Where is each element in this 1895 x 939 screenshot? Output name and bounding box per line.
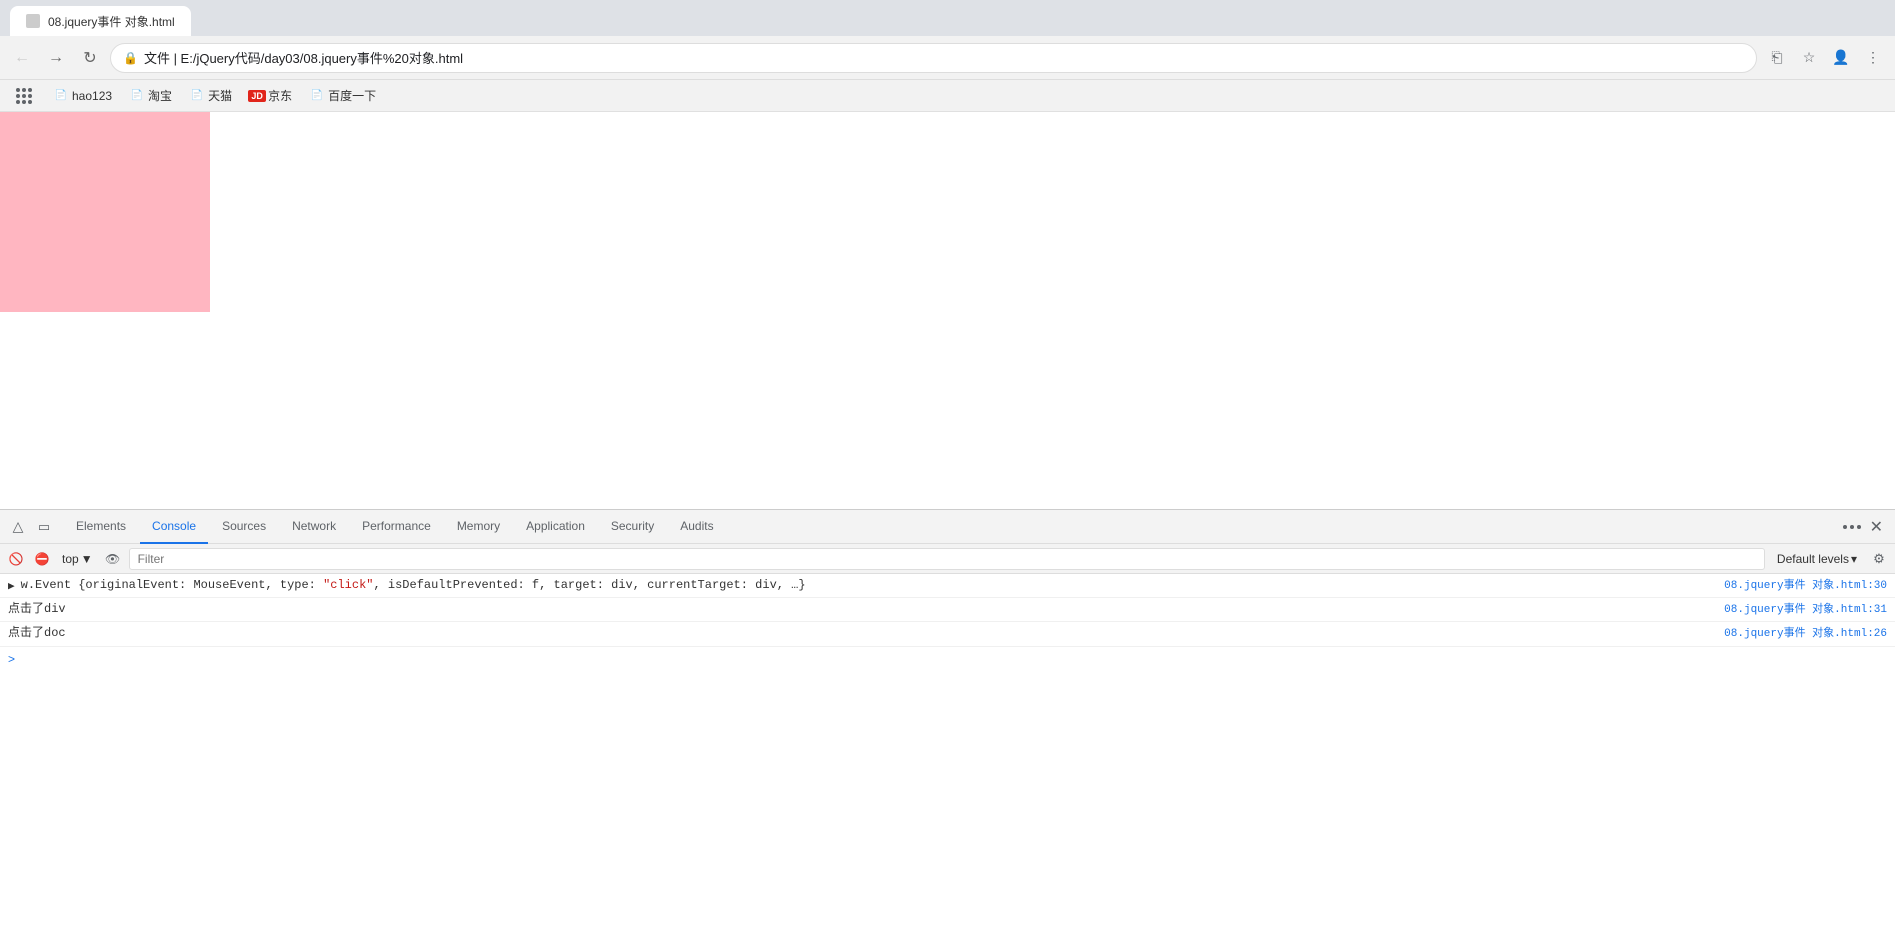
console-line: ▶ w.Event {originalEvent: MouseEvent, ty… <box>0 574 1895 598</box>
translate-button[interactable]: ⎗ <box>1763 44 1791 72</box>
bookmarks-bar: 📄 hao123 📄 淘宝 📄 天猫 JD 京东 📄 百度一下 <box>0 80 1895 112</box>
browser-tab[interactable]: 08.jquery事件 对象.html <box>10 6 191 36</box>
translate-icon: ⎗ <box>1771 49 1782 66</box>
console-prompt: > <box>8 652 15 666</box>
tab-security[interactable]: Security <box>599 510 666 544</box>
lock-icon: 🔒 <box>123 51 138 65</box>
forward-button[interactable]: → <box>42 44 70 72</box>
tianmao-favicon: 📄 <box>190 89 204 103</box>
apps-bookmark[interactable] <box>8 84 44 108</box>
jd-label: 京东 <box>268 87 292 104</box>
tab-bar: 08.jquery事件 对象.html <box>0 0 1895 36</box>
eye-icon[interactable]: 👁 <box>103 549 123 569</box>
tianmao-label: 天猫 <box>208 87 232 104</box>
tab-memory[interactable]: Memory <box>445 510 512 544</box>
device-mode-icon[interactable]: ▭ <box>34 517 54 537</box>
tab-performance[interactable]: Performance <box>350 510 443 544</box>
context-value: top <box>62 552 79 566</box>
preserve-log-button[interactable]: ⛔ <box>32 549 52 569</box>
address-bar: ← → ↻ 🔒 文件 | E:/jQuery代码/day03/08.jquery… <box>0 36 1895 80</box>
bookmark-hao123[interactable]: 📄 hao123 <box>46 85 120 107</box>
baidu-label: 百度一下 <box>328 87 376 104</box>
context-selector[interactable]: top ▼ <box>58 550 97 568</box>
filter-input[interactable] <box>129 548 1765 570</box>
forward-icon: → <box>48 49 64 67</box>
back-button[interactable]: ← <box>8 44 36 72</box>
console-line: 点击了doc 08.jquery事件 对象.html:26 <box>0 622 1895 646</box>
console-settings-button[interactable]: ⚙ <box>1869 549 1889 569</box>
hao123-favicon: 📄 <box>54 89 68 103</box>
browser-actions: ⎗ ☆ 👤 ⋮ <box>1763 44 1887 72</box>
console-toolbar: 🚫 ⛔ top ▼ 👁 Default levels ▾ ⚙ <box>0 544 1895 574</box>
console-link[interactable]: 08.jquery事件 对象.html:30 <box>1724 576 1887 592</box>
tab-title: 08.jquery事件 对象.html <box>48 13 175 30</box>
apps-grid-icon <box>16 88 32 104</box>
bookmark-baidu[interactable]: 📄 百度一下 <box>302 83 384 108</box>
address-input-wrap[interactable]: 🔒 文件 | E:/jQuery代码/day03/08.jquery事件%20对… <box>110 43 1757 73</box>
back-icon: ← <box>14 49 30 67</box>
bookmark-tianmao[interactable]: 📄 天猫 <box>182 83 240 108</box>
baidu-favicon: 📄 <box>310 89 324 103</box>
more-tabs-icon[interactable] <box>1842 517 1862 537</box>
tab-application[interactable]: Application <box>514 510 597 544</box>
console-input-line: > <box>0 647 1895 671</box>
console-text: 点击了div <box>8 600 1724 619</box>
hao123-label: hao123 <box>72 89 112 103</box>
inspect-element-icon[interactable]: △ <box>8 517 28 537</box>
expand-arrow[interactable]: ▶ <box>8 579 15 593</box>
default-levels-dropdown[interactable]: Default levels ▾ <box>1771 550 1863 568</box>
dots-menu <box>1843 525 1861 529</box>
tab-sources[interactable]: Sources <box>210 510 278 544</box>
profile-icon: 👤 <box>1832 49 1849 66</box>
star-icon: ☆ <box>1803 49 1816 66</box>
menu-button[interactable]: ⋮ <box>1859 44 1887 72</box>
console-link[interactable]: 08.jquery事件 对象.html:31 <box>1724 600 1887 616</box>
tab-favicon <box>26 14 40 28</box>
console-text: 点击了doc <box>8 624 1724 643</box>
reload-icon: ↻ <box>83 48 96 68</box>
console-input[interactable] <box>23 652 1887 666</box>
taobao-favicon: 📄 <box>130 89 144 103</box>
bookmark-taobao[interactable]: 📄 淘宝 <box>122 83 180 108</box>
console-link[interactable]: 08.jquery事件 对象.html:26 <box>1724 624 1887 640</box>
levels-label: Default levels <box>1777 552 1849 566</box>
console-output: ▶ w.Event {originalEvent: MouseEvent, ty… <box>0 574 1895 939</box>
devtools-panel: △ ▭ Elements Console Sources Network Per… <box>0 509 1895 939</box>
profile-button[interactable]: 👤 <box>1827 44 1855 72</box>
taobao-label: 淘宝 <box>148 87 172 104</box>
devtools-tab-actions: ✕ <box>1842 517 1887 537</box>
levels-arrow: ▾ <box>1851 552 1857 566</box>
tab-audits[interactable]: Audits <box>668 510 725 544</box>
context-arrow: ▼ <box>81 552 93 566</box>
console-text: w.Event {originalEvent: MouseEvent, type… <box>21 576 1725 595</box>
browser-window: 08.jquery事件 对象.html ← → ↻ 🔒 文件 | E:/jQue… <box>0 0 1895 939</box>
devtools-header: △ ▭ Elements Console Sources Network Per… <box>0 510 1895 544</box>
bookmark-star-button[interactable]: ☆ <box>1795 44 1823 72</box>
tab-console[interactable]: Console <box>140 510 208 544</box>
tab-network[interactable]: Network <box>280 510 348 544</box>
jd-favicon: JD <box>250 89 264 103</box>
clear-console-button[interactable]: 🚫 <box>6 549 26 569</box>
bookmark-jd[interactable]: JD 京东 <box>242 83 300 108</box>
address-text: 文件 | E:/jQuery代码/day03/08.jquery事件%20对象.… <box>144 48 1744 67</box>
devtools-left-icons: △ ▭ <box>8 517 54 537</box>
tab-elements[interactable]: Elements <box>64 510 138 544</box>
page-content <box>0 112 1895 509</box>
pink-div[interactable] <box>0 112 210 312</box>
reload-button[interactable]: ↻ <box>76 44 104 72</box>
close-devtools-button[interactable]: ✕ <box>1866 517 1887 537</box>
console-line: 点击了div 08.jquery事件 对象.html:31 <box>0 598 1895 622</box>
kebab-menu-icon: ⋮ <box>1866 49 1880 66</box>
